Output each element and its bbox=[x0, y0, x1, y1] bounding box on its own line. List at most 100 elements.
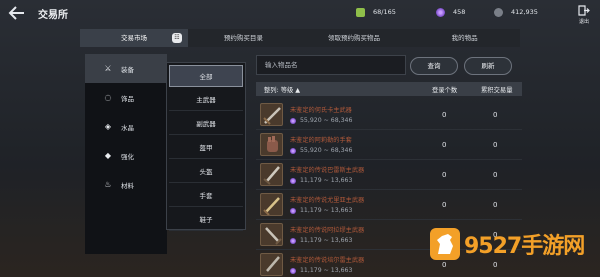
enhance-icon: ◆ bbox=[104, 151, 112, 160]
price-text: 11,179 ~ 13,663 bbox=[300, 207, 353, 214]
tab-label: 我的物品 bbox=[451, 34, 478, 42]
category-label: 水晶 bbox=[121, 123, 134, 132]
query-button[interactable]: 查询 bbox=[410, 57, 458, 75]
registered-count: 0 bbox=[442, 111, 447, 119]
tab-label: 领取预约购买物品 bbox=[328, 34, 380, 42]
silver-coin-icon bbox=[494, 7, 503, 17]
tab-reservation-list[interactable]: 预约购买目录 bbox=[188, 29, 299, 47]
page-title: 交易所 bbox=[38, 10, 68, 21]
gem-resource: 458 bbox=[436, 6, 465, 18]
tab-label: 预约购买目录 bbox=[223, 34, 263, 42]
item-name: 未鉴定的传说巴雷斯主武器 bbox=[290, 167, 365, 174]
item-name: 未鉴定的何氏卡主武器 bbox=[290, 107, 352, 114]
total-volume: 0 bbox=[493, 111, 498, 119]
tab-my-items[interactable]: 我的物品 bbox=[409, 29, 520, 47]
item-name: 未鉴定的传说尤里亚主武器 bbox=[290, 197, 365, 204]
flask-icon: ♨ bbox=[104, 180, 112, 189]
total-volume: 0 bbox=[493, 201, 498, 209]
glove-item-icon bbox=[260, 133, 283, 156]
purple-gem-icon bbox=[290, 237, 296, 244]
item-price-range: 11,179 ~ 13,663 bbox=[290, 207, 352, 214]
total-volume: 0 bbox=[493, 141, 498, 149]
purple-gem-icon bbox=[290, 267, 296, 274]
refresh-button[interactable]: 刷新 bbox=[464, 57, 512, 75]
registered-count: 0 bbox=[442, 141, 447, 149]
item-price-range: 11,179 ~ 13,663 bbox=[290, 267, 352, 274]
item-price-range: 11,179 ~ 13,663 bbox=[290, 237, 352, 244]
subcategory-helmet[interactable]: 头盔 bbox=[169, 161, 243, 183]
subcategory-armor[interactable]: 盔甲 bbox=[169, 137, 243, 159]
category-label: 装备 bbox=[121, 65, 134, 74]
purple-gem-icon bbox=[290, 147, 296, 154]
item-price-range: 55,920 ~ 68,346 bbox=[290, 117, 352, 124]
silver-value: 412,935 bbox=[511, 8, 538, 16]
subcategory-main-weapon[interactable]: 主武器 bbox=[169, 89, 243, 111]
category-enhance[interactable]: ◆ 强化 bbox=[85, 141, 167, 170]
price-text: 11,179 ~ 13,663 bbox=[300, 237, 353, 244]
sword-item-icon bbox=[260, 253, 283, 276]
watermark-text: 9527手游网 bbox=[464, 234, 585, 259]
crystal-icon: ◈ bbox=[104, 122, 112, 131]
sort-by-level-toggle[interactable]: 整列: 等级 ▲ bbox=[264, 85, 300, 94]
subcategory-gloves[interactable]: 手套 bbox=[169, 185, 243, 207]
tab-claim-reserved[interactable]: 领取预约购买物品 bbox=[299, 29, 410, 47]
purple-gem-icon bbox=[290, 207, 296, 214]
top-bar: 交易所 68/165 458 412,935 退出 bbox=[0, 0, 600, 26]
item-price-range: 11,179 ~ 13,663 bbox=[290, 177, 352, 184]
table-row[interactable]: 未鉴定的阿莉勒的手套 55,920 ~ 68,346 0 0 bbox=[256, 130, 522, 160]
subcategory-shoes[interactable]: 鞋子 bbox=[169, 209, 243, 231]
silver-resource: 412,935 bbox=[494, 6, 538, 18]
item-price-range: 55,920 ~ 68,346 bbox=[290, 147, 352, 154]
sword-item-icon bbox=[260, 223, 283, 246]
registered-count: 0 bbox=[442, 171, 447, 179]
exit-button[interactable]: 退出 bbox=[576, 5, 592, 25]
category-equipment[interactable]: ⚔ 装备 bbox=[85, 54, 167, 83]
price-text: 11,179 ~ 13,663 bbox=[300, 267, 353, 274]
sword-item-icon bbox=[260, 193, 283, 216]
subcategory-all[interactable]: 全部 bbox=[169, 65, 243, 87]
tab-label: 交易市场 bbox=[121, 34, 147, 42]
item-name: 未鉴定的阿莉勒的手套 bbox=[290, 137, 352, 144]
purple-gem-icon bbox=[290, 177, 296, 184]
stamina-resource: 68/165 bbox=[356, 6, 396, 18]
registered-count: 0 bbox=[442, 201, 447, 209]
sword-item-icon bbox=[260, 103, 283, 126]
subcategory-list: 全部 主武器 副武器 盔甲 头盔 手套 鞋子 bbox=[166, 62, 246, 231]
sword-item-icon bbox=[260, 163, 283, 186]
stamina-value: 68/165 bbox=[373, 8, 396, 16]
category-label: 饰品 bbox=[121, 94, 134, 103]
item-name: 未鉴定的传说培尔雷主武器 bbox=[290, 257, 365, 264]
exit-label: 退出 bbox=[578, 19, 589, 25]
back-arrow-icon[interactable] bbox=[8, 5, 26, 21]
stamina-icon bbox=[356, 7, 365, 17]
site-watermark: 9527手游网 bbox=[430, 214, 600, 274]
info-badge-icon[interactable]: ☷ bbox=[172, 33, 182, 43]
search-input[interactable]: 输入物品名 bbox=[256, 55, 406, 75]
price-text: 11,179 ~ 13,663 bbox=[300, 177, 353, 184]
category-label: 材料 bbox=[121, 181, 134, 190]
crossed-swords-icon: ⚔ bbox=[104, 64, 112, 73]
table-row[interactable]: 未鉴定的传说巴雷斯主武器 11,179 ~ 13,663 0 0 bbox=[256, 160, 522, 190]
table-header: 整列: 等级 ▲ 登录个数 累积交易量 bbox=[256, 82, 522, 96]
column-total-volume: 累积交易量 bbox=[481, 87, 513, 94]
gem-value: 458 bbox=[453, 8, 466, 16]
price-text: 55,920 ~ 68,346 bbox=[300, 117, 353, 124]
category-sidebar: ⚔ 装备 ◌ 饰品 ◈ 水晶 ◆ 强化 ♨ 材料 bbox=[85, 54, 167, 254]
ring-icon: ◌ bbox=[104, 93, 112, 102]
purple-gem-icon bbox=[290, 117, 296, 124]
price-text: 55,920 ~ 68,346 bbox=[300, 147, 353, 154]
horse-logo-icon bbox=[430, 228, 460, 260]
category-material[interactable]: ♨ 材料 bbox=[85, 170, 167, 199]
column-registered-count: 登录个数 bbox=[432, 87, 458, 94]
total-volume: 0 bbox=[493, 171, 498, 179]
category-accessory[interactable]: ◌ 饰品 bbox=[85, 83, 167, 112]
item-name: 未鉴定的传说阿拉缪主武器 bbox=[290, 227, 365, 234]
table-row[interactable]: 未鉴定的何氏卡主武器 55,920 ~ 68,346 0 0 bbox=[256, 100, 522, 130]
market-tabs: 交易市场 ☷ 预约购买目录 领取预约购买物品 我的物品 bbox=[80, 29, 520, 47]
category-label: 强化 bbox=[121, 152, 134, 161]
tab-trade-market[interactable]: 交易市场 ☷ bbox=[80, 29, 188, 47]
subcategory-sub-weapon[interactable]: 副武器 bbox=[169, 113, 243, 135]
category-crystal[interactable]: ◈ 水晶 bbox=[85, 112, 167, 141]
exit-door-icon bbox=[578, 5, 590, 16]
purple-gem-icon bbox=[436, 7, 445, 17]
